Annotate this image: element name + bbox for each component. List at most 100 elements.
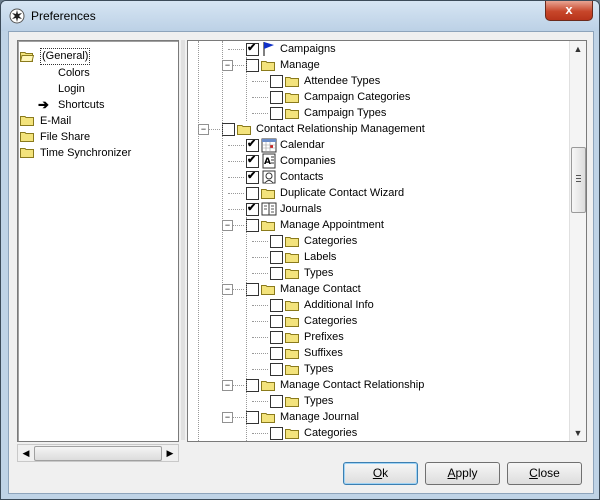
permission-item-label[interactable]: Duplicate Contact Wizard <box>280 185 404 201</box>
vscroll-thumb[interactable] <box>571 147 586 213</box>
permission-item-label[interactable]: Labels <box>304 249 336 265</box>
category-item-label: Shortcuts <box>58 99 105 111</box>
permission-item-label[interactable]: Prefixes <box>304 329 344 345</box>
app-gear-icon <box>9 8 25 24</box>
folder-icon <box>285 90 301 106</box>
permission-checkbox[interactable] <box>246 153 259 168</box>
permission-item-label[interactable]: Manage Contact Relationship <box>280 377 424 393</box>
window-close-button[interactable]: x <box>545 1 593 21</box>
permission-item-label[interactable]: Types <box>304 265 333 281</box>
permission-item-label[interactable]: Suffixes <box>304 345 343 361</box>
permission-item-label[interactable]: Campaign Categories <box>304 89 410 105</box>
permission-item-label[interactable]: Manage Contact <box>280 281 361 297</box>
permission-item-label[interactable]: Attendee Types <box>304 73 380 89</box>
permission-item-label[interactable]: Types <box>304 361 333 377</box>
folder-icon <box>285 426 301 441</box>
permission-item-label[interactable]: Contact Relationship Management <box>256 121 425 137</box>
folder-icon <box>285 362 301 378</box>
folder-icon <box>285 266 301 282</box>
permission-item-label[interactable]: Manage Journal <box>280 409 359 425</box>
permission-checkbox[interactable] <box>270 347 283 360</box>
permission-checkbox[interactable] <box>270 91 283 104</box>
permission-checkbox[interactable] <box>270 395 283 408</box>
permission-item-label[interactable]: Categories <box>304 313 357 329</box>
title-bar[interactable]: Preferences x <box>1 1 599 31</box>
permission-checkbox[interactable] <box>246 169 259 184</box>
permission-item-label[interactable]: Manage <box>280 57 320 73</box>
permission-item-label[interactable]: Categories <box>304 233 357 249</box>
permission-checkbox[interactable] <box>246 411 259 424</box>
window-title: Preferences <box>31 9 96 23</box>
arrow-right-icon: ➔ <box>38 97 49 112</box>
permission-item-label[interactable]: Campaign Types <box>304 105 386 121</box>
category-item-label: E-Mail <box>40 115 72 127</box>
permission-checkbox[interactable] <box>270 427 283 440</box>
folder-icon <box>261 58 277 74</box>
permission-checkbox[interactable] <box>246 59 259 72</box>
folder-icon <box>285 330 301 346</box>
permission-checkbox[interactable] <box>270 299 283 312</box>
tree-collapse-icon[interactable]: − <box>222 60 233 71</box>
folder-icon <box>285 314 301 330</box>
permission-item-label[interactable]: Campaigns <box>280 41 336 57</box>
category-tree[interactable]: (General) Colors Login ➔ Shortcuts E-Mail File… <box>17 40 179 442</box>
permission-item-label[interactable]: Companies <box>280 153 336 169</box>
folder-icon <box>261 282 277 298</box>
folder-icon <box>285 346 301 362</box>
tree-collapse-icon[interactable]: − <box>222 380 233 391</box>
contacts-icon <box>261 169 277 185</box>
permission-item-label[interactable]: Manage Appointment <box>280 217 384 233</box>
flag-icon <box>261 41 277 57</box>
permission-checkbox[interactable] <box>246 137 259 152</box>
permissions-tree[interactable]: ▲ ▼ Campaigns−ManageAttendee TypesCampai… <box>187 40 587 442</box>
tree-collapse-icon[interactable]: − <box>222 284 233 295</box>
folder-icon <box>261 186 277 202</box>
category-item-label: (General) <box>40 48 91 65</box>
journal-icon <box>261 201 277 217</box>
ok-button[interactable]: Ok <box>343 462 418 485</box>
tree-collapse-icon[interactable]: − <box>222 220 233 231</box>
folder-icon <box>285 250 301 266</box>
permission-checkbox[interactable] <box>270 235 283 248</box>
folder-icon <box>285 106 301 122</box>
permission-item-label[interactable]: Categories <box>304 425 357 441</box>
permission-checkbox[interactable] <box>270 251 283 264</box>
permission-checkbox[interactable] <box>270 267 283 280</box>
permission-checkbox[interactable] <box>246 283 259 296</box>
category-item-label: Login <box>58 83 85 95</box>
permission-checkbox[interactable] <box>270 315 283 328</box>
permission-item-label[interactable]: Contacts <box>280 169 323 185</box>
dialog-button-bar: Ok Apply Close <box>9 452 593 493</box>
scroll-up-icon[interactable]: ▲ <box>571 42 585 56</box>
permission-item-label[interactable]: Journals <box>280 201 322 217</box>
folder-icon <box>261 410 277 426</box>
tree-collapse-icon[interactable]: − <box>222 412 233 423</box>
permission-checkbox[interactable] <box>246 379 259 392</box>
permission-item-label[interactable]: Calendar <box>280 137 325 153</box>
permission-checkbox[interactable] <box>270 331 283 344</box>
permission-checkbox[interactable] <box>270 75 283 88</box>
permission-checkbox[interactable] <box>222 123 235 136</box>
folder-icon <box>285 74 301 90</box>
folder-icon <box>285 298 301 314</box>
permission-checkbox[interactable] <box>270 363 283 376</box>
tree-collapse-icon[interactable]: − <box>198 124 209 135</box>
folder-icon <box>261 218 277 234</box>
scroll-down-icon[interactable]: ▼ <box>571 426 585 440</box>
folder-icon <box>237 122 253 138</box>
folder-icon <box>285 394 301 410</box>
permission-checkbox[interactable] <box>270 107 283 120</box>
pane-splitter[interactable] <box>181 40 185 440</box>
permission-checkbox[interactable] <box>246 201 259 216</box>
permission-checkbox[interactable] <box>246 219 259 232</box>
folder-icon <box>285 234 301 250</box>
close-button[interactable]: Close <box>507 462 582 485</box>
dialog-client-area: (General) Colors Login ➔ Shortcuts E-Mail File… <box>8 31 594 494</box>
calendar-icon <box>261 137 277 153</box>
permission-checkbox[interactable] <box>246 41 259 56</box>
apply-button[interactable]: Apply <box>425 462 500 485</box>
permission-item-label[interactable]: Types <box>304 393 333 409</box>
permissions-tree-vscrollbar[interactable]: ▲ ▼ <box>569 41 586 441</box>
permission-checkbox[interactable] <box>246 187 259 200</box>
permission-item-label[interactable]: Additional Info <box>304 297 374 313</box>
